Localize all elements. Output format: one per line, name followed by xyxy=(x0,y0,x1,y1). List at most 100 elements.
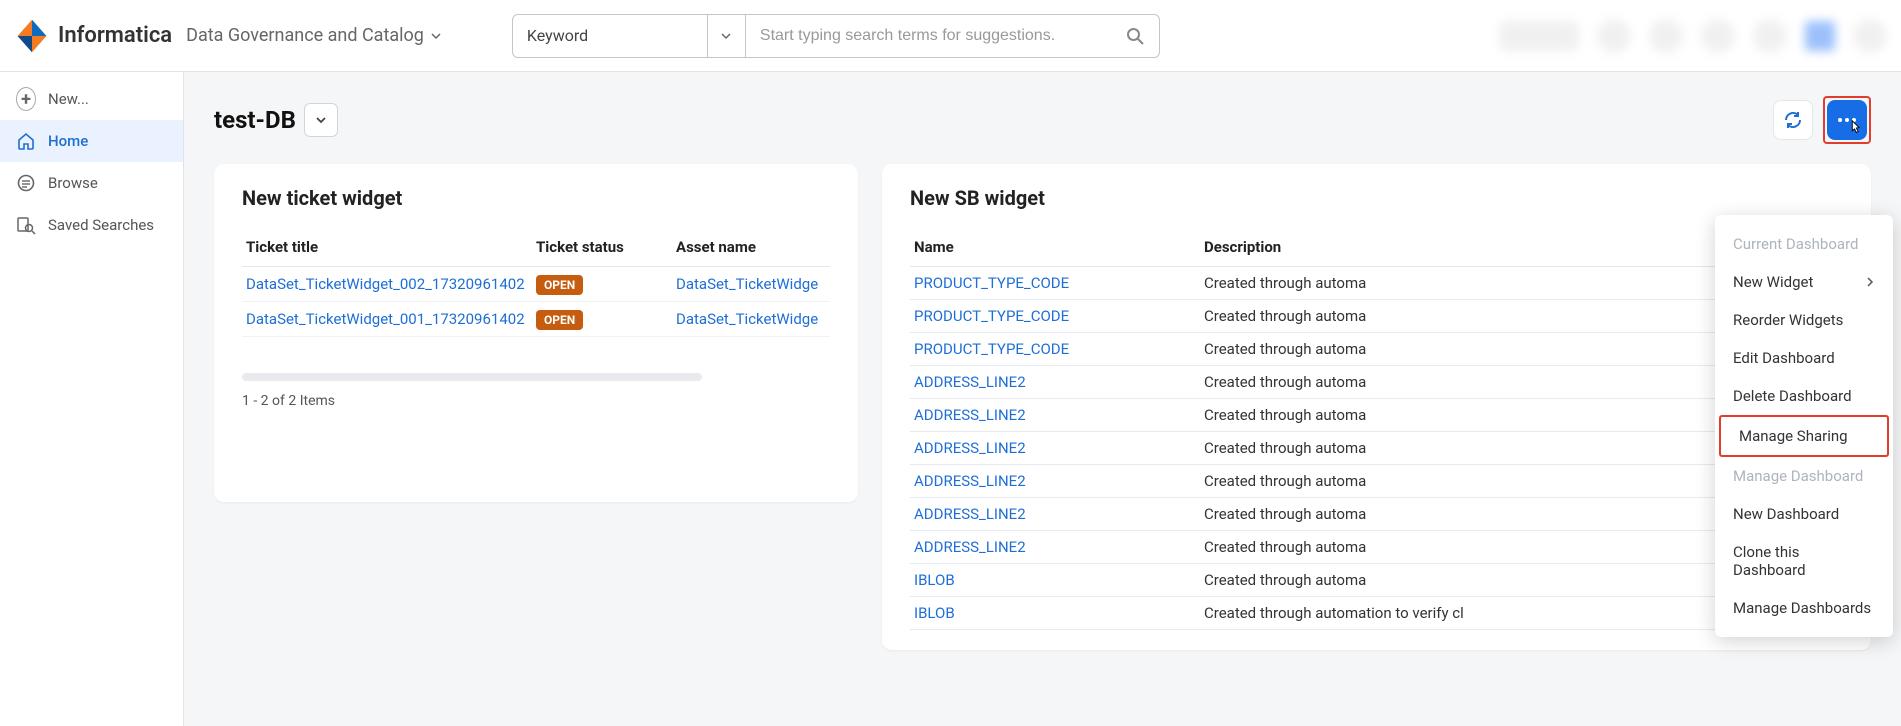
table-row: ADDRESS_LINE2Created through automa xyxy=(910,531,1843,564)
table-row: PRODUCT_TYPE_CODECreated through automa xyxy=(910,333,1843,366)
sb-name-link[interactable]: IBLOB xyxy=(910,597,1200,630)
widget-title: New SB widget xyxy=(910,186,1843,210)
sidebar-new-button[interactable]: + New... xyxy=(0,78,183,120)
widget-new-ticket: New ticket widget Ticket title Ticket st… xyxy=(214,164,858,502)
search-bar: Keyword xyxy=(512,14,1160,58)
dashboard-selector[interactable] xyxy=(304,103,338,137)
refresh-icon xyxy=(1782,109,1804,131)
table-row: ADDRESS_LINE2Created through automa xyxy=(910,399,1843,432)
menu-header: Current Dashboard xyxy=(1715,225,1893,263)
table-row: IBLOBCreated through automa xyxy=(910,564,1843,597)
menu-item-edit-dashboard[interactable]: Edit Dashboard xyxy=(1715,339,1893,377)
page-header: test-DB xyxy=(214,96,1871,144)
sb-name-link[interactable]: ADDRESS_LINE2 xyxy=(910,531,1200,564)
table-row: DataSet_TicketWidget_002_17320961402 OPE… xyxy=(242,267,830,302)
header-right-blurred xyxy=(1499,19,1887,53)
menu-item-label: Delete Dashboard xyxy=(1733,387,1852,405)
sidebar-item-label: Saved Searches xyxy=(48,216,154,234)
table-row: IBLOBCreated through automation to verif… xyxy=(910,597,1843,630)
search-input[interactable] xyxy=(760,27,1117,45)
menu-item-label: Clone this Dashboard xyxy=(1733,543,1875,579)
ticket-title-link[interactable]: DataSet_TicketWidget_002_17320961402 xyxy=(242,267,532,302)
highlight-annotation xyxy=(1823,96,1871,144)
search-type-label: Keyword xyxy=(527,26,588,45)
browse-icon xyxy=(16,173,36,193)
menu-item-delete-dashboard[interactable]: Delete Dashboard xyxy=(1715,377,1893,415)
search-type-selector[interactable]: Keyword xyxy=(512,14,708,58)
informatica-logo-icon xyxy=(14,18,50,54)
sidebar-item-browse[interactable]: Browse xyxy=(0,162,183,204)
table-row: ADDRESS_LINE2Created through automa xyxy=(910,465,1843,498)
widget-title: New ticket widget xyxy=(242,186,830,210)
plus-circle-icon: + xyxy=(16,89,36,109)
col-name: Name xyxy=(910,228,1200,267)
sidebar-new-label: New... xyxy=(48,90,89,108)
page-title: test-DB xyxy=(214,106,296,134)
app-header: Informatica Data Governance and Catalog … xyxy=(0,0,1901,72)
ticket-table: Ticket title Ticket status Asset name Da… xyxy=(242,228,830,337)
search-type-caret[interactable] xyxy=(708,14,746,58)
search-icon[interactable] xyxy=(1125,26,1145,46)
more-actions-button[interactable] xyxy=(1827,100,1867,140)
sb-name-link[interactable]: ADDRESS_LINE2 xyxy=(910,465,1200,498)
sb-table: Name Description PRODUCT_TYPE_CODECreate… xyxy=(910,228,1843,630)
table-row: ADDRESS_LINE2Created through automa xyxy=(910,366,1843,399)
product-name-label: Data Governance and Catalog xyxy=(186,25,424,46)
table-row: ADDRESS_LINE2Created through automa xyxy=(910,432,1843,465)
highlight-annotation: Manage Sharing xyxy=(1719,415,1889,457)
col-ticket-title: Ticket title xyxy=(242,228,532,267)
search-input-wrap xyxy=(746,14,1160,58)
asset-link[interactable]: DataSet_TicketWidge xyxy=(672,267,830,302)
sb-name-link[interactable]: ADDRESS_LINE2 xyxy=(910,432,1200,465)
chevron-down-icon xyxy=(315,114,327,126)
sidebar-item-saved-searches[interactable]: Saved Searches xyxy=(0,204,183,246)
page-actions xyxy=(1773,96,1871,144)
menu-item-manage-dashboards[interactable]: Manage Dashboards xyxy=(1715,589,1893,627)
brand-name: Informatica xyxy=(58,23,172,48)
status-badge: OPEN xyxy=(536,310,583,330)
table-row: PRODUCT_TYPE_CODECreated through automa xyxy=(910,300,1843,333)
table-row: PRODUCT_TYPE_CODECreated through automa xyxy=(910,267,1843,300)
chevron-down-icon xyxy=(430,30,442,42)
table-row: ADDRESS_LINE2Created through automa xyxy=(910,498,1843,531)
sb-name-link[interactable]: PRODUCT_TYPE_CODE xyxy=(910,333,1200,366)
menu-item-reorder-widgets[interactable]: Reorder Widgets xyxy=(1715,301,1893,339)
menu-item-new-dashboard[interactable]: New Dashboard xyxy=(1715,495,1893,533)
saved-search-icon xyxy=(16,215,36,235)
col-ticket-status: Ticket status xyxy=(532,228,672,267)
asset-link[interactable]: DataSet_TicketWidge xyxy=(672,302,830,337)
menu-item-new-widget[interactable]: New Widget xyxy=(1715,263,1893,301)
menu-item-label: Manage Dashboards xyxy=(1733,599,1871,617)
menu-item-manage-sharing[interactable]: Manage Sharing xyxy=(1721,417,1887,455)
menu-item-label: Reorder Widgets xyxy=(1733,311,1843,329)
status-badge: OPEN xyxy=(536,275,583,295)
sb-name-link[interactable]: PRODUCT_TYPE_CODE xyxy=(910,300,1200,333)
menu-item-manage-dashboard: Manage Dashboard xyxy=(1715,457,1893,495)
chevron-right-icon xyxy=(1865,277,1875,287)
sidebar-item-home[interactable]: Home xyxy=(0,120,183,162)
table-row: DataSet_TicketWidget_001_17320961402 OPE… xyxy=(242,302,830,337)
menu-item-clone-this-dashboard[interactable]: Clone this Dashboard xyxy=(1715,533,1893,589)
sb-name-link[interactable]: ADDRESS_LINE2 xyxy=(910,498,1200,531)
sidebar-item-label: Browse xyxy=(48,174,98,192)
sidebar-item-label: Home xyxy=(48,132,88,150)
sb-name-link[interactable]: ADDRESS_LINE2 xyxy=(910,366,1200,399)
menu-header-label: Current Dashboard xyxy=(1733,235,1858,253)
sb-name-link[interactable]: ADDRESS_LINE2 xyxy=(910,399,1200,432)
menu-item-label: New Widget xyxy=(1733,273,1813,291)
menu-item-label: Manage Sharing xyxy=(1739,427,1848,445)
refresh-button[interactable] xyxy=(1773,100,1813,140)
menu-item-label: Edit Dashboard xyxy=(1733,349,1835,367)
menu-item-label: Manage Dashboard xyxy=(1733,467,1863,485)
logo: Informatica Data Governance and Catalog xyxy=(14,18,442,54)
sb-name-link[interactable]: IBLOB xyxy=(910,564,1200,597)
pager-text: 1 - 2 of 2 Items xyxy=(242,393,830,409)
ticket-title-link[interactable]: DataSet_TicketWidget_001_17320961402 xyxy=(242,302,532,337)
horizontal-scrollbar[interactable] xyxy=(242,373,702,381)
sb-name-link[interactable]: PRODUCT_TYPE_CODE xyxy=(910,267,1200,300)
product-switcher[interactable]: Data Governance and Catalog xyxy=(186,25,442,46)
col-asset-name: Asset name xyxy=(672,228,830,267)
main-content: test-DB xyxy=(184,72,1901,726)
sidebar: + New... Home Browse Saved Searches xyxy=(0,72,184,726)
chevron-down-icon xyxy=(720,30,732,42)
